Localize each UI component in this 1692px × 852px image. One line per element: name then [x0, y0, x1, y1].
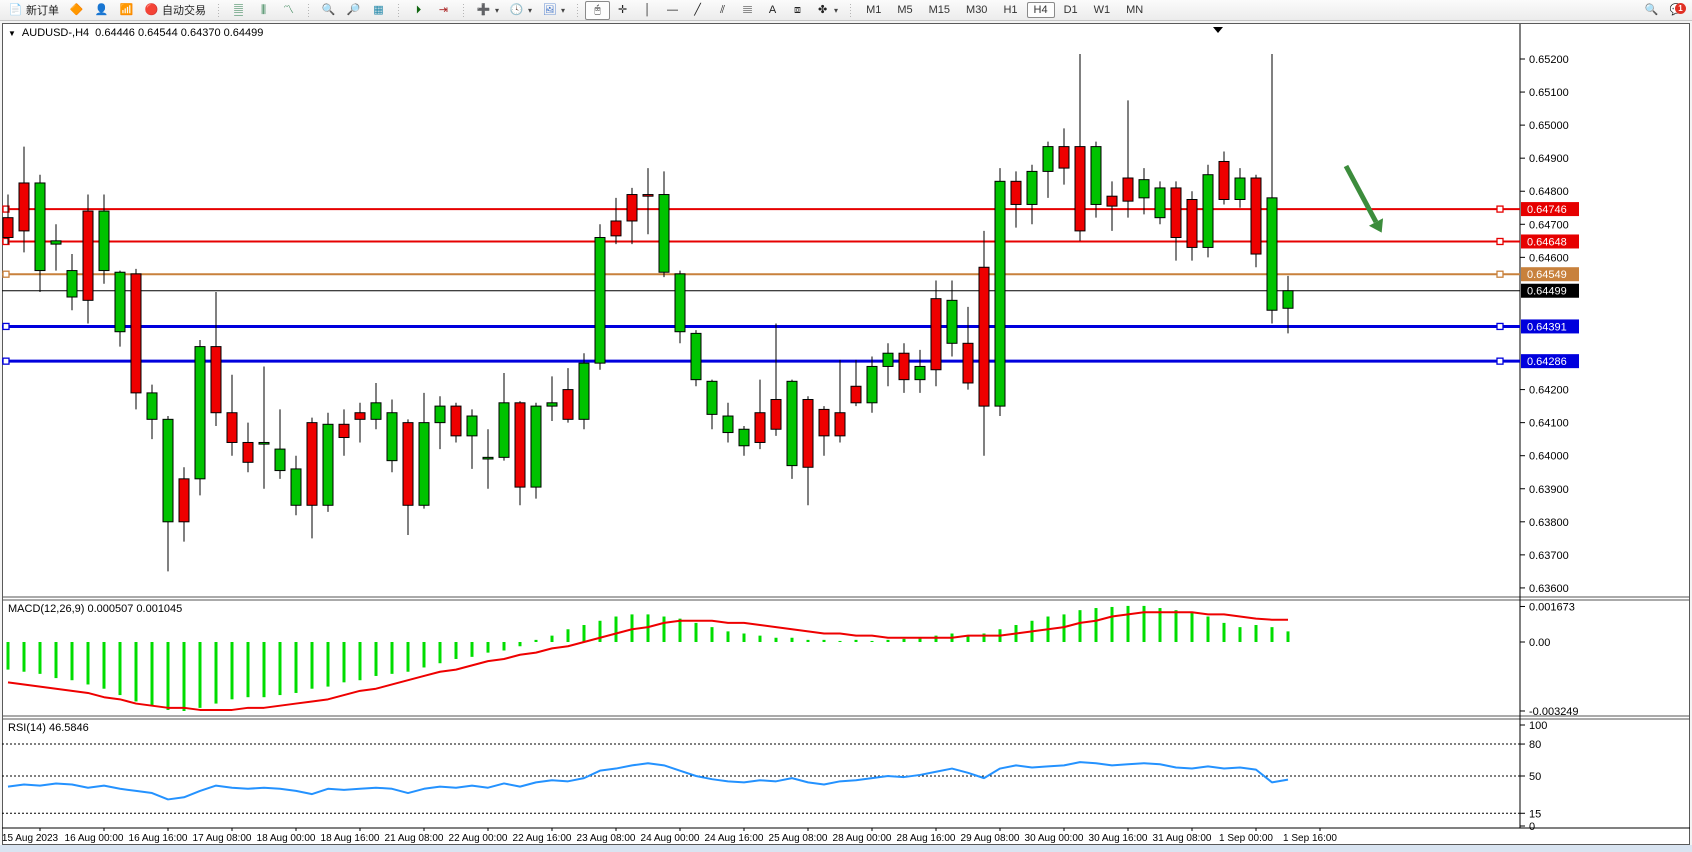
profiles-button[interactable]: 👤	[89, 1, 114, 20]
profiles-icon: 👤	[94, 3, 109, 18]
timeframe-M30[interactable]: M30	[959, 2, 994, 18]
auto-scroll-icon: ⏵	[411, 3, 426, 18]
search-button[interactable]: 🔍	[1639, 1, 1664, 20]
cursor-button[interactable]: 🖰	[585, 1, 610, 20]
trendline-button[interactable]: ╱	[685, 1, 710, 20]
templates-icon: 🖼	[542, 3, 557, 18]
text-icon: A	[765, 3, 780, 18]
search-icon: 🔍	[1644, 3, 1659, 18]
chat-badge: 1	[1675, 3, 1686, 14]
vertical-line-icon: │	[640, 3, 655, 18]
timeframe-H4[interactable]: H4	[1027, 2, 1055, 18]
fibonacci-icon: 𝄙	[740, 3, 755, 18]
line-chart-icon: 〽	[281, 3, 296, 18]
new-order-label: 新订单	[26, 2, 59, 18]
toolbar-separator	[396, 2, 401, 18]
chevron-down-icon: ▾	[528, 6, 532, 15]
zoom-in-icon: 🔍	[321, 3, 336, 18]
fibonacci-button[interactable]: 𝄙	[735, 1, 760, 20]
chart-shift-icon: ⇥	[436, 3, 451, 18]
collapse-arrow-icon[interactable]: ▼	[8, 29, 16, 38]
chat-button[interactable]: 💬 1	[1664, 1, 1689, 20]
vertical-line-button[interactable]: │	[635, 1, 660, 20]
trendline-icon: ╱	[690, 3, 705, 18]
window-bottom-strip	[0, 845, 1692, 852]
chevron-down-icon: ▾	[561, 6, 565, 15]
chevron-down-icon: ▾	[834, 6, 838, 15]
channel-button[interactable]: ⫽	[710, 1, 735, 20]
new-order-icon: 📄	[8, 3, 23, 18]
toolbar-separator	[848, 2, 853, 18]
line-chart-button[interactable]: 〽	[276, 1, 301, 20]
autotrade-label: 自动交易	[162, 2, 206, 18]
crosshair-button[interactable]: ✛	[610, 1, 635, 20]
text-button[interactable]: A	[760, 1, 785, 20]
autotrade-icon: 🔴	[144, 3, 159, 18]
chart-title: ▼ AUDUSD-,H4 0.64446 0.64544 0.64370 0.6…	[8, 27, 263, 39]
text-label-icon: ⧈	[790, 3, 805, 18]
toolbar: 📄 新订单 🔶 👤 📶 🔴 自动交易 𝄛 ⫼ 〽 🔍	[0, 0, 1692, 21]
shapes-icon: ✤	[815, 3, 830, 18]
timeframe-D1[interactable]: D1	[1057, 2, 1085, 18]
autotrade-button[interactable]: 🔴 自动交易	[139, 0, 211, 20]
cursor-icon: 🖰	[590, 3, 605, 18]
horizontal-line-button[interactable]: —	[660, 1, 685, 20]
crosshair-icon: ✛	[615, 3, 630, 18]
tile-windows-icon: ▦	[371, 3, 386, 18]
candlestick-icon: ⫼	[256, 3, 271, 18]
text-label-button[interactable]: ⧈	[785, 1, 810, 20]
chevron-down-icon: ▾	[495, 6, 499, 15]
mt4-window: 📄 新订单 🔶 👤 📶 🔴 自动交易 𝄛 ⫼ 〽 🔍	[0, 0, 1692, 852]
zoom-out-icon: 🔎	[346, 3, 361, 18]
indicators-button[interactable]: ➕▾	[471, 1, 504, 20]
candlestick-button[interactable]: ⫼	[251, 1, 276, 20]
channel-icon: ⫽	[715, 3, 730, 18]
signals-icon: 📶	[119, 3, 134, 18]
indicators-icon: ➕	[476, 3, 491, 18]
templates-button[interactable]: 🖼▾	[537, 1, 570, 20]
chart-shift-button[interactable]: ⇥	[431, 1, 456, 20]
periods-icon: 🕓	[509, 3, 524, 18]
toolbar-separator	[306, 2, 311, 18]
timeframe-M1[interactable]: M1	[859, 2, 888, 18]
timeframe-W1[interactable]: W1	[1087, 2, 1118, 18]
horizontal-line-icon: —	[665, 3, 680, 18]
timeframe-group: M1M5M15M30H1H4D1W1MN	[855, 0, 1154, 21]
charts-icon: 🔶	[69, 3, 84, 18]
toolbar-separator	[216, 2, 221, 18]
timeframe-M5[interactable]: M5	[890, 2, 919, 18]
auto-scroll-button[interactable]: ⏵	[406, 1, 431, 20]
zoom-in-button[interactable]: 🔍	[316, 1, 341, 20]
signals-button[interactable]: 📶	[114, 1, 139, 20]
chart-window[interactable]	[2, 23, 1690, 845]
tile-windows-button[interactable]: ▦	[366, 1, 391, 20]
shapes-button[interactable]: ✤▾	[810, 1, 843, 20]
toolbar-separator	[461, 2, 466, 18]
bar-chart-icon: 𝄛	[231, 3, 246, 18]
periods-button[interactable]: 🕓▾	[504, 1, 537, 20]
charts-button[interactable]: 🔶	[64, 1, 89, 20]
symbol-period-label: AUDUSD-,H4	[22, 27, 89, 39]
ohlc-values: 0.64446 0.64544 0.64370 0.64499	[95, 27, 263, 39]
timeframe-M15[interactable]: M15	[922, 2, 957, 18]
timeframe-MN[interactable]: MN	[1119, 2, 1150, 18]
zoom-out-button[interactable]: 🔎	[341, 1, 366, 20]
bar-chart-button[interactable]: 𝄛	[226, 1, 251, 20]
timeframe-H1[interactable]: H1	[996, 2, 1024, 18]
toolbar-separator	[575, 2, 580, 18]
new-order-button[interactable]: 📄 新订单	[3, 0, 64, 20]
